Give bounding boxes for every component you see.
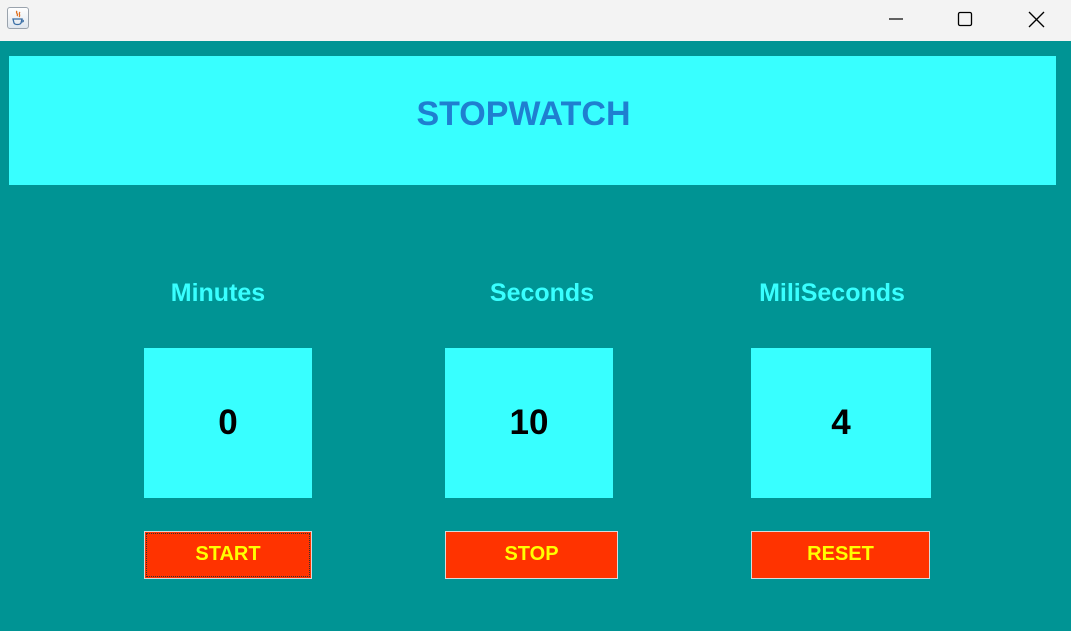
java-app-icon[interactable] — [7, 7, 29, 29]
header-panel: STOPWATCH — [9, 56, 1056, 185]
seconds-label: Seconds — [489, 279, 595, 307]
minimize-button[interactable] — [863, 0, 929, 38]
minimize-icon — [889, 18, 903, 20]
page-title: STOPWATCH — [416, 95, 631, 133]
minutes-display: 0 — [144, 348, 312, 498]
maximize-icon — [957, 11, 973, 27]
reset-button[interactable]: RESET — [751, 531, 930, 579]
close-button[interactable] — [1003, 0, 1069, 38]
stopwatch-window: STOPWATCH Minutes Seconds MiliSeconds 0 … — [0, 0, 1071, 631]
milliseconds-label: MiliSeconds — [759, 279, 905, 307]
close-icon — [1028, 11, 1045, 28]
minutes-label: Minutes — [170, 279, 266, 307]
milliseconds-display: 4 — [751, 348, 931, 498]
content-pane: STOPWATCH Minutes Seconds MiliSeconds 0 … — [0, 41, 1071, 631]
start-button[interactable]: START — [144, 531, 312, 579]
stop-button[interactable]: STOP — [445, 531, 618, 579]
seconds-display: 10 — [445, 348, 613, 498]
maximize-button[interactable] — [932, 0, 998, 38]
title-bar — [0, 0, 1071, 41]
